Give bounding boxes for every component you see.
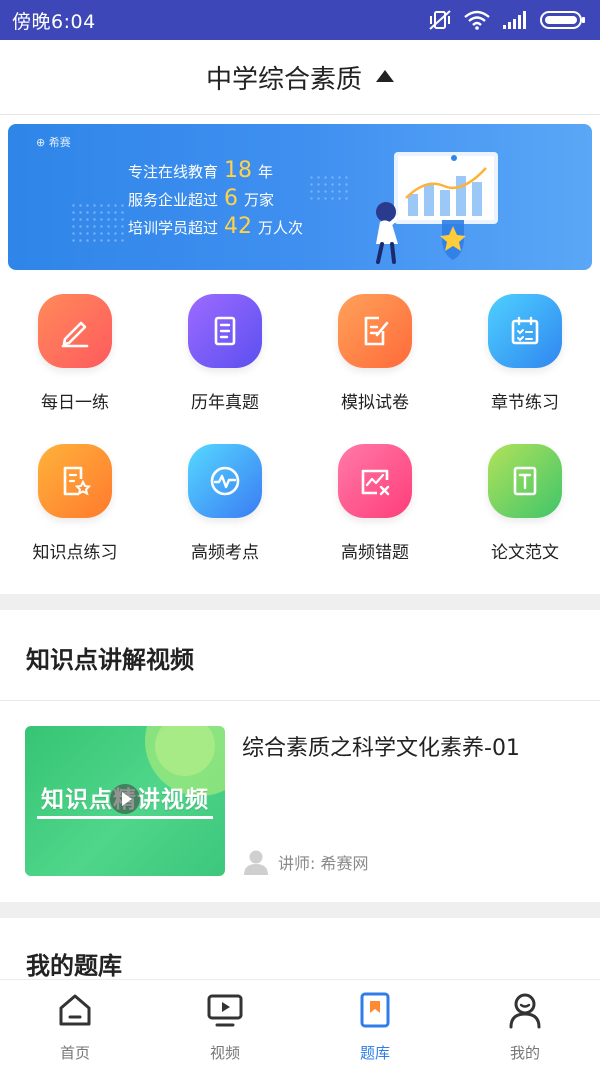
tab-question-bank[interactable]: 题库 [300,980,450,1067]
banner-illustration [376,152,498,264]
banner-brand: ⊕ 希赛 [36,136,71,149]
grid-item-key-points[interactable]: 高频考点 [150,430,300,570]
banner-line: 服务企业超过 6 万家 [128,186,274,211]
video-teacher: 讲师: 希赛网 [242,848,368,876]
banner-line-suffix: 万人次 [258,219,304,237]
caret-up-icon[interactable] [376,70,394,82]
document-icon[interactable] [188,294,262,368]
video-play-icon[interactable] [205,990,245,1030]
status-icons [428,9,586,31]
tab-video[interactable]: 视频 [150,980,300,1067]
grid-item-label[interactable]: 历年真题 [150,388,300,413]
banner-line-suffix: 万家 [244,191,275,209]
video-section-title: 知识点讲解视频 [26,646,194,674]
grid-item-sample-essays[interactable]: 论文范文 [450,430,600,570]
play-icon[interactable] [110,784,140,814]
pencil-icon[interactable] [38,294,112,368]
banner-line-prefix: 专注在线教育 [128,163,219,181]
banner-line: 培训学员超过 42 万人次 [128,214,303,239]
banner-line-suffix: 年 [258,163,274,181]
grid-item-label[interactable]: 高频考点 [150,538,300,563]
grid-item-label[interactable]: 章节练习 [450,388,600,413]
grid-item-chapter-practice[interactable]: 章节练习 [450,280,600,420]
grid-item-mock-exam[interactable]: 模拟试卷 [300,280,450,420]
status-time: 傍晚6:04 [12,10,96,33]
header[interactable]: 中学综合素质 [0,40,600,115]
tab-me[interactable]: 我的 [450,980,600,1067]
grid-item-daily-practice[interactable]: 每日一练 [0,280,150,420]
banner-brand-text: 希赛 [48,136,71,149]
video-title[interactable]: 综合素质之科学文化素养-01 [242,730,520,762]
star-document-icon[interactable] [38,444,112,518]
banner-line: 专注在线教育 18 年 [128,158,273,183]
grid-item-label[interactable]: 模拟试卷 [300,388,450,413]
grid-item-label[interactable]: 知识点练习 [0,538,150,563]
signal-icon [503,11,526,29]
banner-line-number: 6 [224,186,239,211]
user-icon[interactable] [505,990,545,1030]
person-icon [244,850,268,875]
tab-label[interactable]: 视频 [150,1042,300,1063]
divider [0,700,600,701]
banner-line-prefix: 服务企业超过 [128,191,219,209]
banner-line-number: 18 [224,158,253,183]
calendar-checklist-icon[interactable] [488,294,562,368]
bottom-tab-bar: 首页 视频 题库 我的 [0,980,600,1067]
section-separator [0,594,600,610]
banner-dot-pattern [308,174,348,202]
bank-section-title: 我的题库 [26,952,122,980]
text-document-icon[interactable] [488,444,562,518]
banner-dot-pattern [70,202,126,244]
page-title[interactable]: 中学综合素质 [206,59,362,96]
grid-item-label[interactable]: 高频错题 [300,538,450,563]
grid-item-knowledge-practice[interactable]: 知识点练习 [0,430,150,570]
pulse-icon[interactable] [188,444,262,518]
home-icon[interactable] [55,990,95,1030]
tab-label[interactable]: 我的 [450,1042,600,1063]
promo-banner[interactable]: ⊕ 希赛 专注在线教育 18 年 服务企业超过 6 万家 培训学员超过 42 万人次 [8,124,592,270]
banner-line-prefix: 培训学员超过 [128,219,219,237]
bookmark-book-icon[interactable] [355,990,395,1030]
battery-icon [540,11,585,29]
status-bar: 傍晚6:04 [0,0,600,40]
teacher-label: 讲师: 希赛网 [278,854,369,873]
thumbnail-underline [37,816,213,819]
vibrate-off-icon [429,10,451,30]
video-thumbnail[interactable]: 知识点精讲视频 [25,726,225,876]
grid-item-frequent-mistakes[interactable]: 高频错题 [300,430,450,570]
tab-label[interactable]: 首页 [0,1042,150,1063]
grid-item-label[interactable]: 论文范文 [450,538,600,563]
feature-grid: 每日一练 历年真题 模拟试卷 章节练习 知识点练习 高频考点 高频错题 论文范文 [0,280,600,590]
tab-label[interactable]: 题库 [300,1042,450,1063]
grid-item-past-exams[interactable]: 历年真题 [150,280,300,420]
chart-error-icon[interactable] [338,444,412,518]
section-separator [0,902,600,918]
edit-paper-icon[interactable] [338,294,412,368]
grid-item-label[interactable]: 每日一练 [0,388,150,413]
tab-home[interactable]: 首页 [0,980,150,1067]
wifi-icon [464,10,490,30]
banner-line-number: 42 [224,214,253,239]
